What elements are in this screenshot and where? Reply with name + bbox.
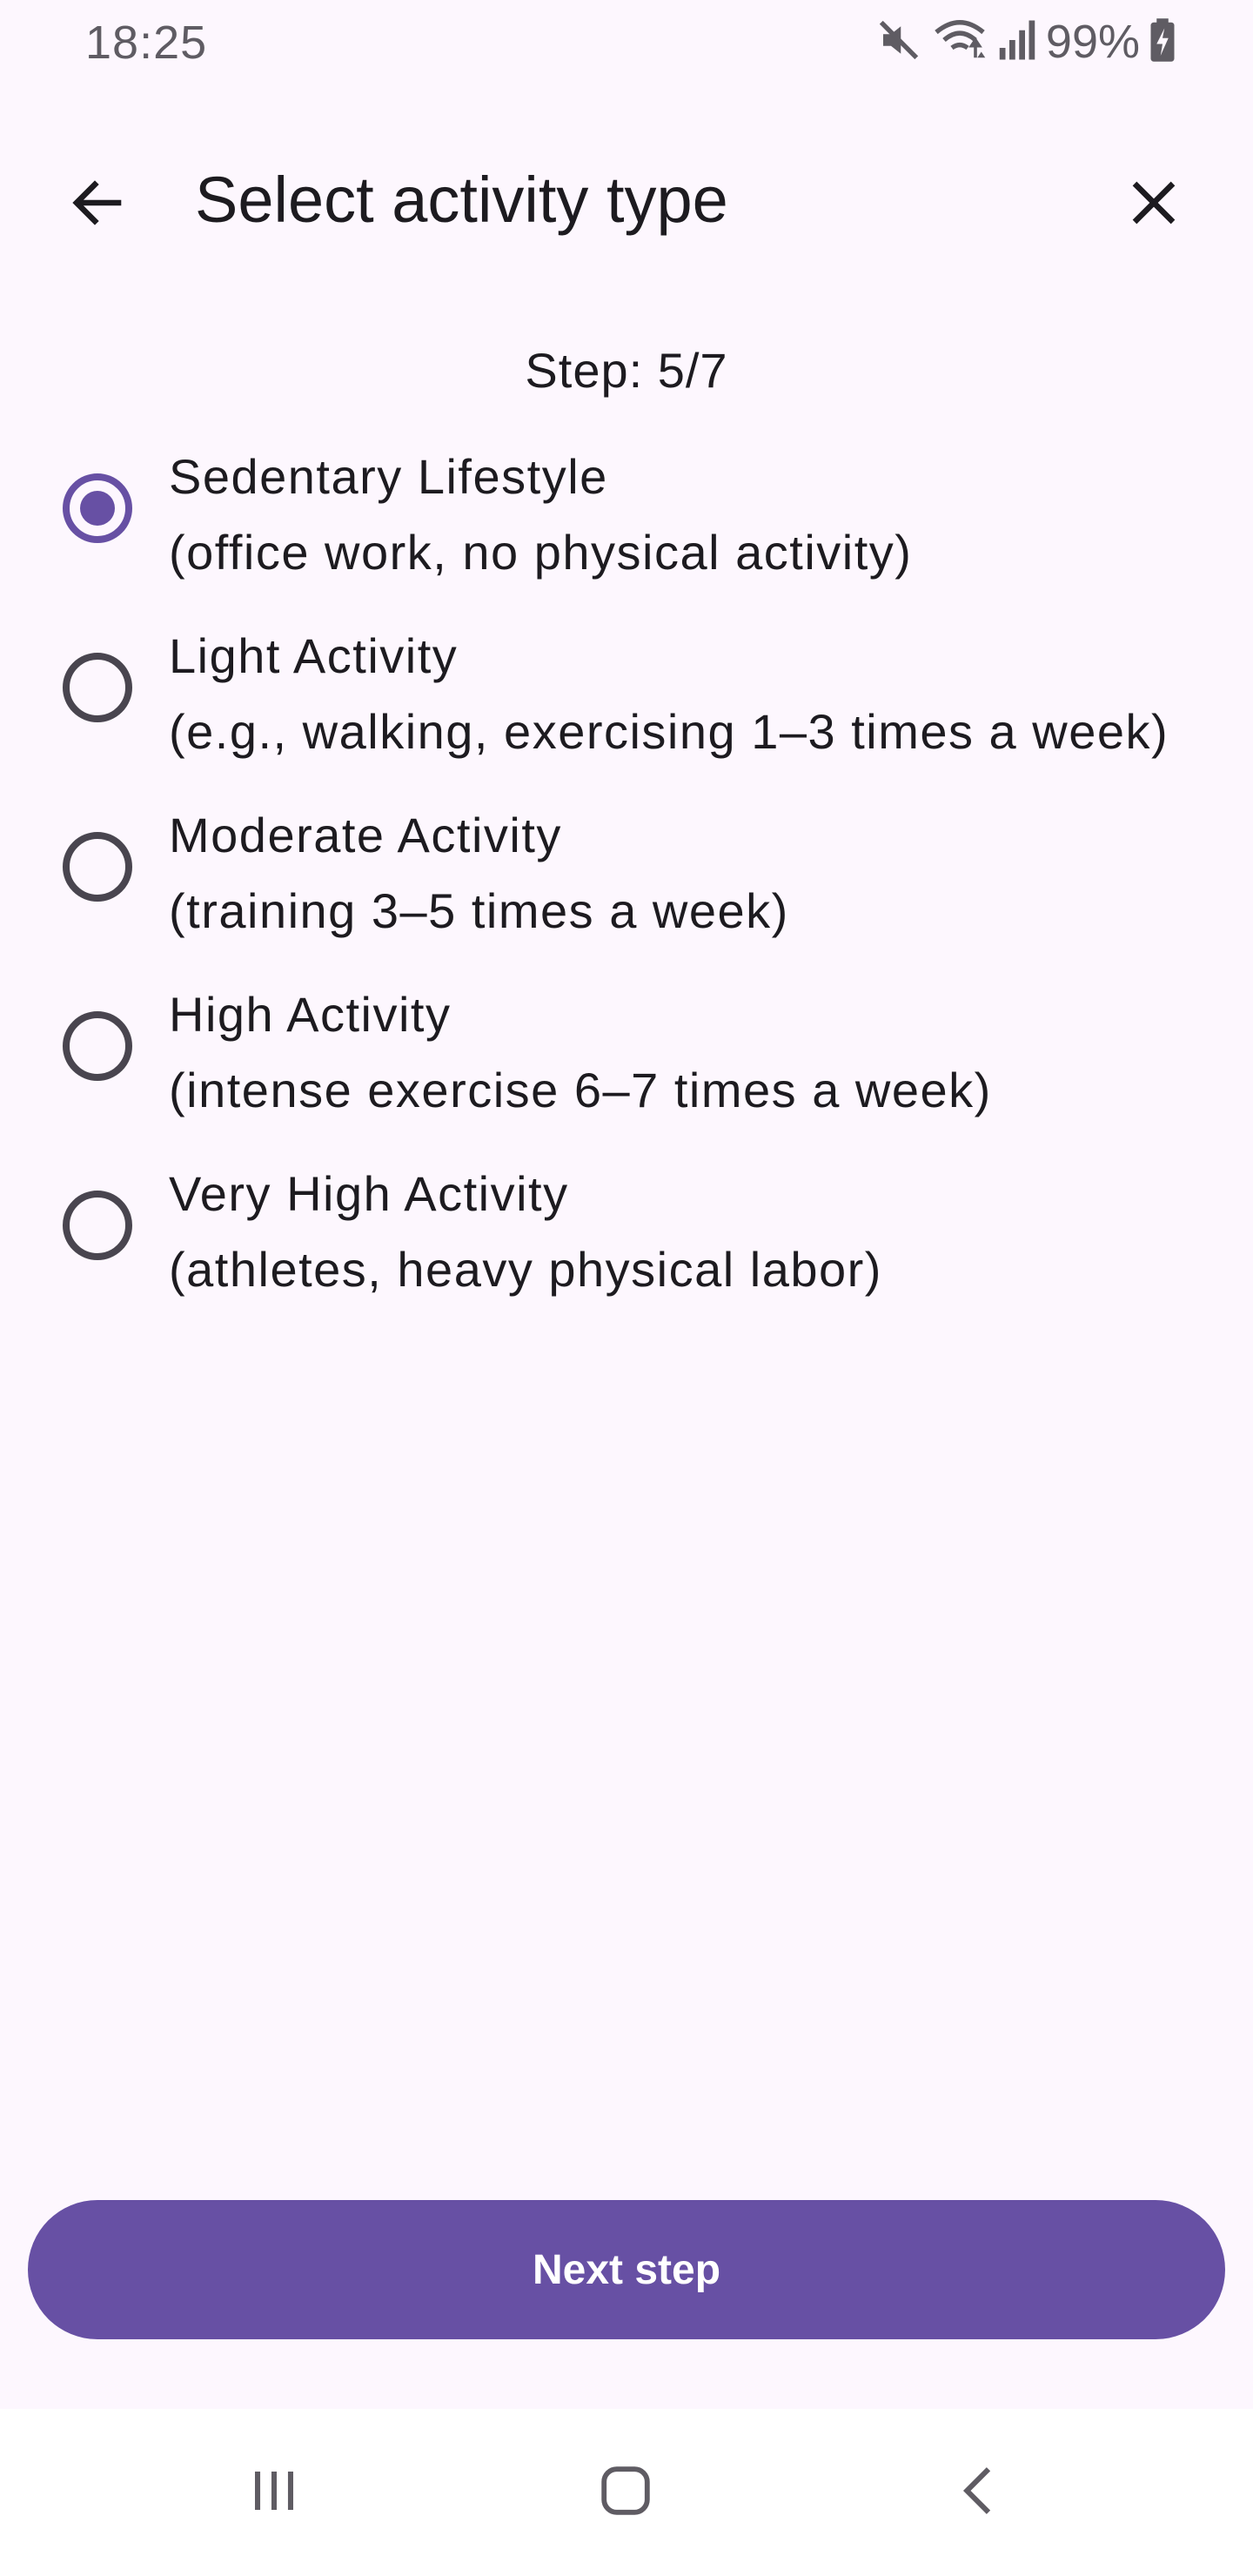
signal-icon: [997, 17, 1037, 68]
mute-icon: [875, 17, 922, 68]
option-title: Light Activity: [169, 628, 459, 683]
option-very-high[interactable]: Very High Activity (athletes, heavy phys…: [0, 1152, 1253, 1332]
option-description: (training 3–5 times a week): [169, 883, 789, 938]
radio-button[interactable]: [63, 653, 132, 722]
back-button[interactable]: [54, 161, 141, 248]
radio-button[interactable]: [63, 1011, 132, 1081]
option-description: (athletes, heavy physical labor): [169, 1242, 882, 1297]
next-step-button[interactable]: Next step: [28, 2200, 1225, 2339]
status-bar: 18:25 99%: [0, 0, 1253, 87]
arrow-back-icon: [66, 171, 129, 238]
status-icons: 99%: [875, 14, 1176, 70]
radio-dot: [80, 491, 115, 526]
option-label: Sedentary Lifestyle (office work, no phy…: [169, 439, 912, 590]
page-title: Select activity type: [195, 164, 728, 236]
radio-button[interactable]: [63, 832, 132, 902]
step-indicator: Step: 5/7: [525, 343, 728, 398]
home-icon: [595, 2460, 656, 2526]
option-high[interactable]: High Activity (intense exercise 6–7 time…: [0, 973, 1253, 1152]
recents-button[interactable]: [235, 2458, 313, 2527]
app-bar: Select activity type: [0, 139, 1253, 252]
close-button[interactable]: [1110, 161, 1197, 248]
option-title: Moderate Activity: [169, 808, 562, 862]
radio-button-selected[interactable]: [63, 473, 132, 543]
wifi-icon: [931, 17, 988, 68]
radio-button[interactable]: [63, 1191, 132, 1260]
option-label: Light Activity (e.g., walking, exercisin…: [169, 618, 1169, 769]
close-icon: [1125, 174, 1183, 236]
status-time: 18:25: [85, 17, 208, 69]
option-light[interactable]: Light Activity (e.g., walking, exercisin…: [0, 614, 1253, 794]
battery-level: 99%: [1045, 16, 1140, 68]
option-label: Very High Activity (athletes, heavy phys…: [169, 1156, 882, 1307]
option-sedentary[interactable]: Sedentary Lifestyle (office work, no phy…: [0, 435, 1253, 614]
option-label: High Activity (intense exercise 6–7 time…: [169, 976, 992, 1128]
option-description: (e.g., walking, exercising 1–3 times a w…: [169, 704, 1169, 759]
option-description: (intense exercise 6–7 times a week): [169, 1063, 992, 1117]
option-label: Moderate Activity (training 3–5 times a …: [169, 797, 789, 949]
recents-icon: [245, 2462, 303, 2524]
battery-charging-icon: [1149, 17, 1176, 68]
back-icon: [950, 2462, 1008, 2524]
nav-back-button[interactable]: [940, 2458, 1018, 2527]
home-button[interactable]: [586, 2458, 665, 2527]
option-moderate[interactable]: Moderate Activity (training 3–5 times a …: [0, 794, 1253, 973]
option-description: (office work, no physical activity): [169, 525, 913, 580]
option-title: Very High Activity: [169, 1166, 569, 1221]
option-title: Sedentary Lifestyle: [169, 449, 608, 504]
option-title: High Activity: [169, 987, 452, 1042]
system-nav-bar: [0, 2409, 1253, 2576]
